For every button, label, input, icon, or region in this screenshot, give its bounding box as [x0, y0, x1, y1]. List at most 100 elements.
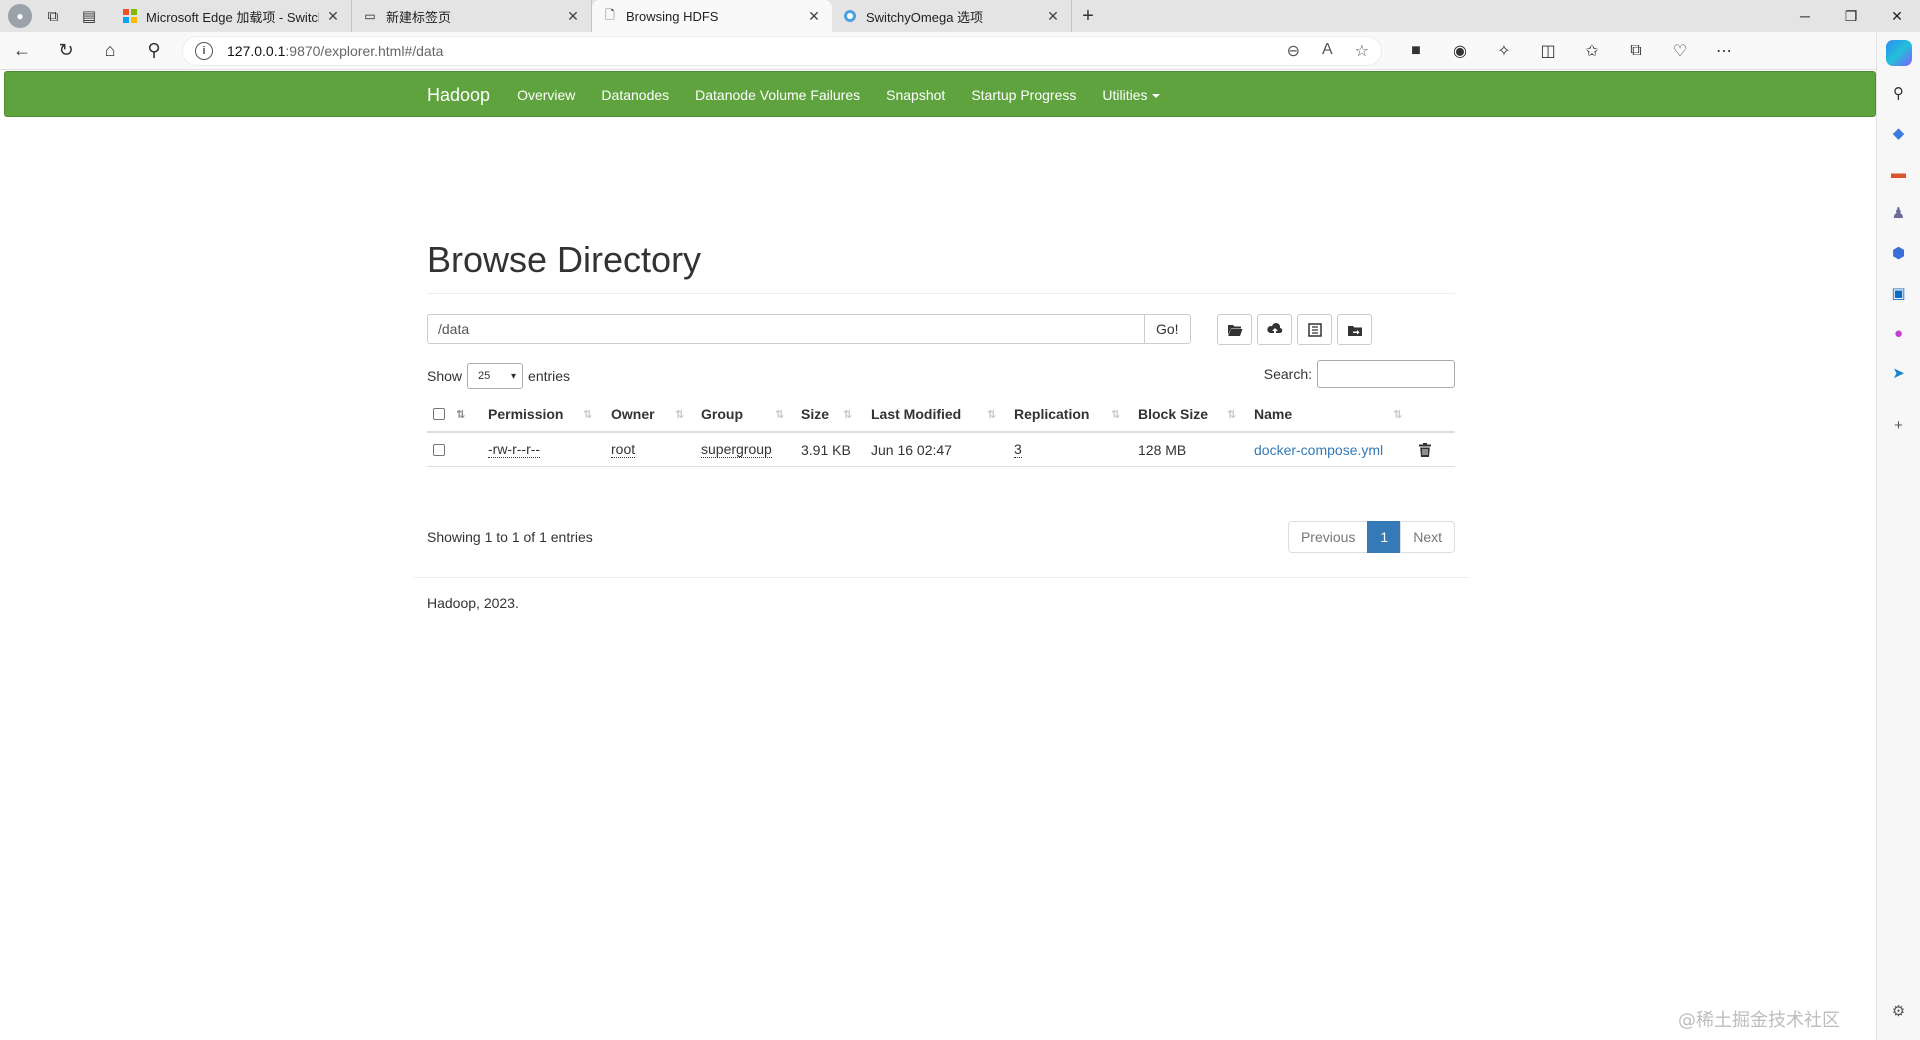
tab-edge-addons[interactable]: Microsoft Edge 加载项 - SwitchyOmega ✕: [112, 0, 352, 32]
favorite-star-icon[interactable]: ☆: [1355, 41, 1369, 61]
send-icon[interactable]: ➤: [1884, 358, 1914, 388]
row-checkbox[interactable]: [433, 433, 445, 466]
move-files-button[interactable]: [1337, 314, 1372, 345]
directory-path-input[interactable]: /data: [427, 314, 1145, 344]
microsoft365-icon[interactable]: ⬢: [1884, 238, 1914, 268]
browser-essentials-icon[interactable]: ♡: [1660, 35, 1700, 67]
column-header-name[interactable]: Name: [1254, 397, 1292, 431]
sort-icon[interactable]: ⇅: [1393, 408, 1402, 421]
nav-overview[interactable]: Overview: [504, 87, 588, 103]
close-icon[interactable]: ✕: [806, 8, 822, 25]
copilot-icon[interactable]: [1884, 38, 1914, 68]
refresh-icon[interactable]: ↻: [44, 35, 88, 67]
outlook-icon[interactable]: ▣: [1884, 278, 1914, 308]
sort-icon[interactable]: ⇅: [775, 408, 784, 421]
sort-icon[interactable]: ⇅: [843, 408, 852, 421]
delete-button[interactable]: [1419, 433, 1431, 466]
tab-title: SwitchyOmega 选项: [866, 9, 984, 25]
close-icon[interactable]: ✕: [565, 8, 581, 25]
close-icon[interactable]: ✕: [1045, 8, 1061, 25]
shopping-tag-icon[interactable]: ◆: [1884, 118, 1914, 148]
extension-icon[interactable]: ◉: [1440, 35, 1480, 67]
entries-per-page-select[interactable]: 25 ▾: [467, 363, 524, 389]
table-info: Showing 1 to 1 of 1 entries: [427, 529, 593, 545]
select-all-checkbox[interactable]: [433, 397, 445, 431]
games-icon[interactable]: ♟: [1884, 198, 1914, 228]
column-header-owner[interactable]: Owner: [611, 397, 655, 431]
title-divider: [427, 293, 1455, 294]
minimize-icon[interactable]: ─: [1782, 0, 1828, 32]
previous-page-button[interactable]: Previous: [1287, 521, 1369, 553]
back-icon[interactable]: ←: [0, 35, 44, 67]
group-cell: supergroup: [701, 433, 772, 466]
tab-switchyomega[interactable]: SwitchyOmega 选项 ✕: [832, 0, 1072, 32]
sort-icon[interactable]: ⇅: [1111, 408, 1120, 421]
column-header-size[interactable]: Size: [801, 397, 829, 431]
next-page-button[interactable]: Next: [1400, 521, 1455, 553]
extensions-puzzle-icon[interactable]: ✧: [1484, 35, 1524, 67]
search-icon[interactable]: ⚲: [1884, 78, 1914, 108]
more-menu-icon[interactable]: ⋯: [1704, 35, 1744, 67]
column-header-group[interactable]: Group: [701, 397, 743, 431]
sort-icon[interactable]: ⇅: [987, 408, 996, 421]
zoom-out-icon[interactable]: ⊖: [1287, 41, 1300, 61]
add-sidebar-icon[interactable]: +: [1884, 410, 1914, 440]
split-screen-icon[interactable]: ◫: [1528, 35, 1568, 67]
address-bar[interactable]: i 127.0.0.1 :9870/explorer.html#/data ⊖ …: [182, 35, 1382, 66]
column-header-block-size[interactable]: Block Size: [1138, 397, 1208, 431]
folder-open-icon: [1227, 324, 1242, 336]
close-icon[interactable]: ✕: [325, 8, 341, 25]
tab-new-tab[interactable]: ▭ 新建标签页 ✕: [352, 0, 592, 32]
permission-value[interactable]: -rw-r--r--: [488, 441, 541, 458]
sort-icon[interactable]: ⇅: [1227, 408, 1236, 421]
file-name-link[interactable]: docker-compose.yml: [1254, 442, 1383, 458]
search-icon[interactable]: ⚲: [132, 35, 176, 67]
favorites-icon[interactable]: ✩: [1572, 35, 1612, 67]
site-info-icon[interactable]: i: [195, 41, 213, 60]
nav-utilities-label: Utilities: [1102, 87, 1148, 103]
hadoop-navbar: Hadoop Overview Datanodes Datanode Volum…: [4, 71, 1876, 117]
tab-browsing-hdfs[interactable]: 🗋 Browsing HDFS ✕: [592, 0, 832, 32]
path-form: /data Go!: [427, 314, 1191, 344]
profile-avatar[interactable]: ●: [8, 4, 32, 28]
collections-icon[interactable]: ⧉: [1616, 35, 1656, 67]
page-1-button[interactable]: 1: [1367, 521, 1402, 553]
microsoft-logo-icon: [122, 8, 138, 24]
footer-divider: [413, 577, 1469, 578]
create-directory-button[interactable]: [1217, 314, 1252, 345]
go-button[interactable]: Go!: [1145, 314, 1191, 344]
new-tab-button[interactable]: +: [1072, 5, 1104, 28]
switchyomega-icon: [842, 8, 858, 24]
navbar-brand[interactable]: Hadoop: [427, 85, 490, 106]
upload-files-button[interactable]: [1257, 314, 1292, 345]
table-search-input[interactable]: [1317, 360, 1455, 388]
nav-datanodes[interactable]: Datanodes: [588, 87, 682, 103]
folder-move-icon: [1347, 325, 1362, 336]
nav-utilities-dropdown[interactable]: Utilities: [1089, 87, 1172, 103]
vertical-tabs-icon[interactable]: ▤: [74, 4, 104, 28]
column-header-last-modified[interactable]: Last Modified: [871, 397, 961, 431]
column-header-replication[interactable]: Replication: [1014, 397, 1089, 431]
nav-datanode-volume-failures[interactable]: Datanode Volume Failures: [682, 87, 873, 103]
owner-value[interactable]: root: [611, 441, 636, 458]
drop-icon[interactable]: ●: [1884, 318, 1914, 348]
tools-icon[interactable]: ▬: [1884, 158, 1914, 188]
sort-icon[interactable]: ⇅: [675, 408, 684, 421]
read-aloud-icon[interactable]: A: [1322, 41, 1333, 61]
restore-icon[interactable]: ❐: [1828, 0, 1874, 32]
column-header-permission[interactable]: Permission: [488, 397, 563, 431]
workspaces-icon[interactable]: ⧉: [38, 4, 68, 28]
cut-paste-button[interactable]: [1297, 314, 1332, 345]
sort-icon[interactable]: ⇅: [583, 408, 592, 421]
table-row: -rw-r--r-- root supergroup 3.91 KB Jun 1…: [427, 433, 1455, 467]
nav-startup-progress[interactable]: Startup Progress: [958, 87, 1089, 103]
close-window-icon[interactable]: ✕: [1874, 0, 1920, 32]
extension-icon[interactable]: ■: [1396, 35, 1436, 67]
sort-icon[interactable]: ⇅: [456, 408, 465, 421]
nav-snapshot[interactable]: Snapshot: [873, 87, 958, 103]
settings-gear-icon[interactable]: ⚙: [1884, 996, 1914, 1026]
home-icon[interactable]: ⌂: [88, 35, 132, 67]
address-actions: ⊖ A ☆: [1287, 41, 1369, 61]
replication-value[interactable]: 3: [1014, 441, 1022, 458]
group-value[interactable]: supergroup: [701, 441, 772, 458]
